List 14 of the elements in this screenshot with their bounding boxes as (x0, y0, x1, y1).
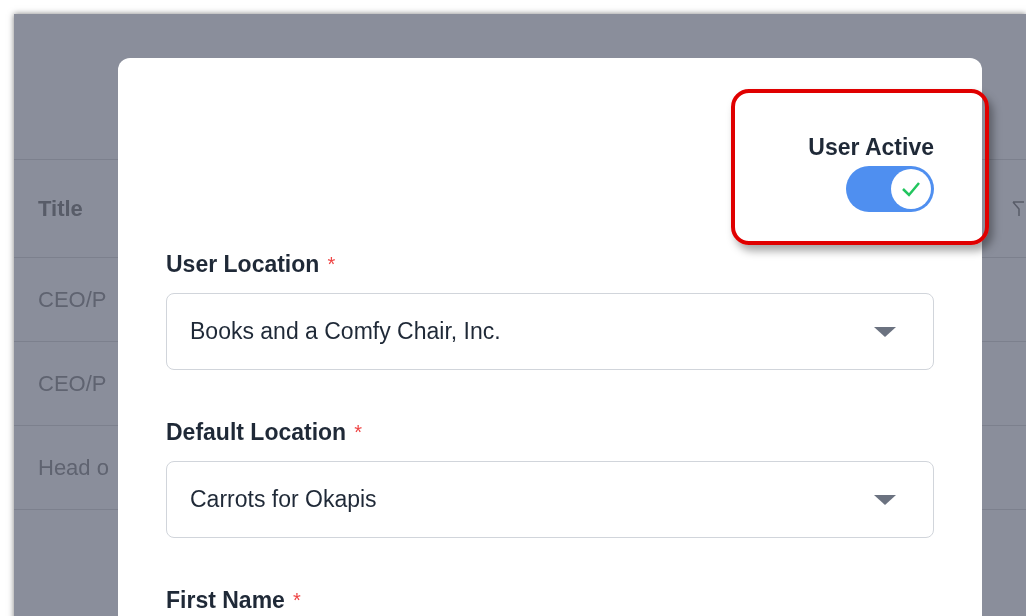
toggle-switch[interactable] (846, 166, 934, 212)
select-field[interactable]: Books and a Comfy Chair, Inc. (166, 293, 934, 370)
toggle-label: User Active (808, 133, 934, 158)
required-asterisk: * (292, 588, 301, 613)
field-label: Default Location (166, 417, 347, 447)
field-label: User Location (166, 249, 320, 279)
caret-icon (873, 493, 897, 506)
filter-icon[interactable] (1012, 198, 1024, 219)
field-label: First Name (166, 585, 285, 615)
select-field[interactable]: Carrots for Okapis (166, 461, 934, 538)
required-asterisk: * (354, 420, 362, 445)
caret-icon (873, 325, 897, 338)
check-icon (901, 181, 921, 197)
required-asterisk: * (327, 252, 336, 277)
